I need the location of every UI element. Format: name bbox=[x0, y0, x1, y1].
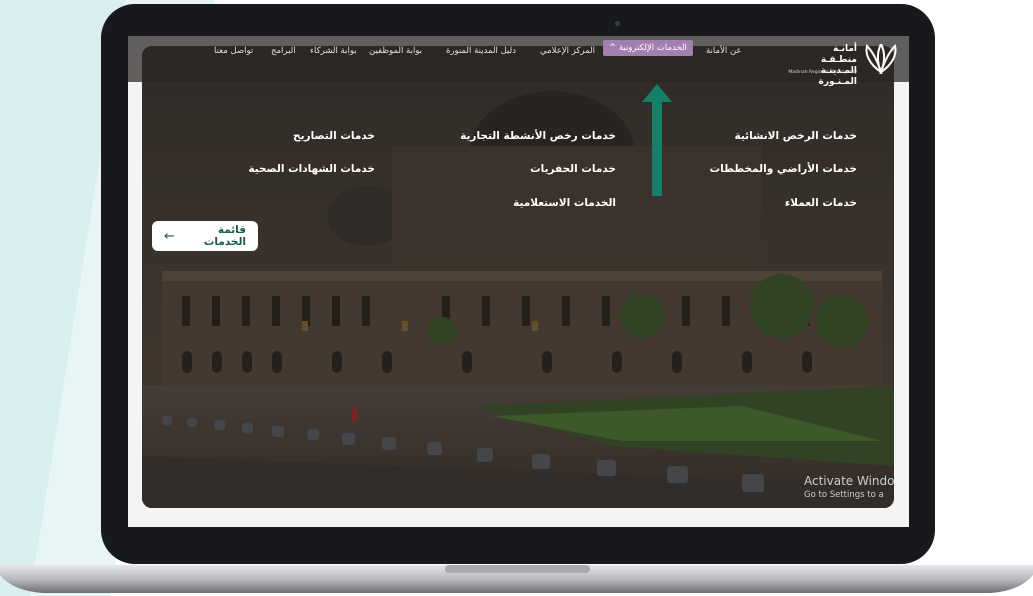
services-list-label: قائمة الخدمات bbox=[203, 224, 246, 248]
services-list-button[interactable]: ← قائمة الخدمات bbox=[152, 221, 258, 251]
nav-programs[interactable]: البرامج bbox=[271, 46, 296, 56]
logo-emblem-icon bbox=[865, 44, 897, 74]
menu-construction-permits[interactable]: خدمات الرخص الانشائية bbox=[735, 130, 858, 142]
menu-customer-services[interactable]: خدمات العملاء bbox=[785, 197, 857, 209]
logo-arabic-text: أمانـة منطـقـة المـدينـة المـنـورة bbox=[818, 44, 857, 87]
nav-partners-portal[interactable]: بوابة الشركاء bbox=[310, 46, 357, 56]
nav-about[interactable]: عن الأمانة bbox=[706, 46, 742, 56]
activate-windows-watermark: Activate Windo Go to Settings to a bbox=[804, 474, 895, 500]
watermark-title: Activate Windo bbox=[804, 474, 895, 488]
menu-excavations[interactable]: خدمات الحفريات bbox=[530, 163, 616, 175]
top-navbar: عن الأمانة الخدمات الإلكترونية ^ المركز … bbox=[128, 36, 909, 87]
browser-screen: عن الأمانة الخدمات الإلكترونية ^ المركز … bbox=[128, 36, 909, 527]
watermark-subtitle: Go to Settings to a bbox=[804, 490, 884, 500]
laptop-base bbox=[0, 565, 1033, 593]
nav-media-center[interactable]: المركز الإعلامي bbox=[540, 46, 595, 56]
arrow-left-icon: ← bbox=[164, 228, 175, 244]
municipality-logo[interactable]: أمانـة منطـقـة المـدينـة المـنـورة Madin… bbox=[759, 42, 899, 87]
menu-permits[interactable]: خدمات التصاريح bbox=[293, 130, 375, 142]
menu-commercial-licenses[interactable]: خدمات رخص الأنشطة التجارية bbox=[460, 130, 616, 142]
menu-inquiry-services[interactable]: الخدمات الاستعلامية bbox=[513, 197, 616, 209]
logo-english-text: Madinah Regional Municipality bbox=[788, 70, 857, 75]
building-photo bbox=[142, 46, 894, 508]
camera-dot bbox=[615, 21, 620, 26]
up-arrow-annotation bbox=[642, 84, 672, 196]
nav-employee-portal[interactable]: بوابة الموظفين bbox=[369, 46, 422, 56]
menu-lands-plans[interactable]: خدمات الأراضي والمخططات bbox=[710, 163, 857, 175]
nav-e-services[interactable]: الخدمات الإلكترونية ^ bbox=[603, 40, 693, 56]
nav-madinah-guide[interactable]: دليل المدينة المنورة bbox=[446, 46, 516, 56]
hero-photo bbox=[142, 46, 894, 508]
menu-health-certificates[interactable]: خدمات الشهادات الصحية bbox=[248, 163, 375, 175]
nav-contact[interactable]: تواصل معنا bbox=[214, 46, 253, 56]
